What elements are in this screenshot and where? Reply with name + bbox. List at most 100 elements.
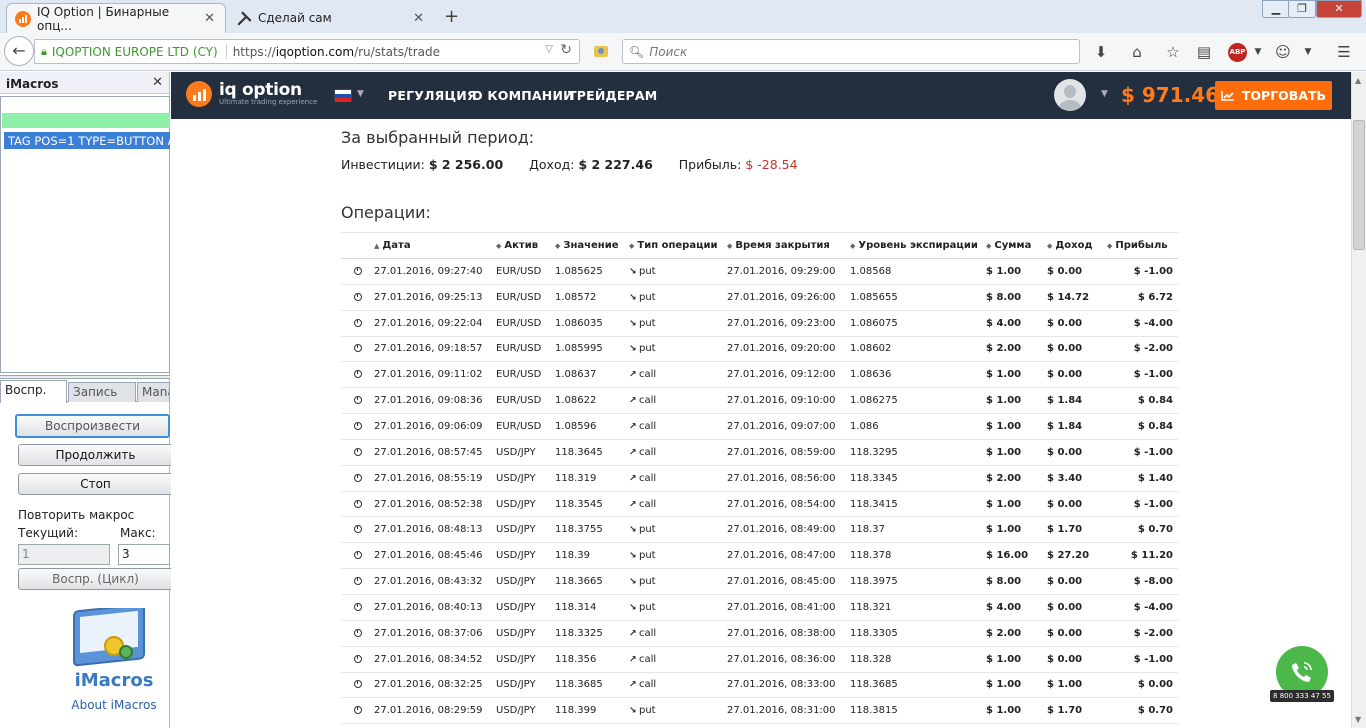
dropdown-arrow-icon[interactable]: ▼ xyxy=(1247,41,1269,63)
table-cell: 118.3325 xyxy=(555,620,629,647)
stop-button[interactable]: Стоп xyxy=(18,473,173,495)
table-row[interactable]: 27.01.2016, 08:29:59 USD/JPY 118.399 ↘ put 27… xyxy=(341,697,1178,725)
page-scrollbar[interactable]: ▲ ▼ xyxy=(1351,72,1366,728)
table-row[interactable]: 27.01.2016, 09:08:36 EUR/USD 1.08622 ↗ call 2… xyxy=(341,387,1178,415)
table-row[interactable]: 27.01.2016, 08:32:25 USD/JPY 118.3685 ↗ call… xyxy=(341,672,1178,699)
table-row[interactable]: 27.01.2016, 08:48:13 USD/JPY 118.3755 ↘ put 2… xyxy=(341,516,1178,544)
operations-table: ▲ Дата ◆ Актив ◆ Значение ◆ Тип операции ◆ Вр… xyxy=(341,232,1178,725)
table-row[interactable]: 27.01.2016, 08:52:38 USD/JPY 118.3545 ↗ call… xyxy=(341,491,1178,518)
table-cell: $ 2.00 xyxy=(986,620,1047,647)
table-row[interactable]: 27.01.2016, 09:25:13 EUR/USD 1.08572 ↘ put 27… xyxy=(341,284,1178,311)
bookmark-star-icon[interactable]: ☆ xyxy=(1162,41,1184,63)
chevron-down-icon[interactable]: ▼ xyxy=(1101,89,1108,99)
table-cell: 1.086075 xyxy=(850,310,986,337)
column-header[interactable]: ◆ Значение xyxy=(555,232,629,259)
column-header[interactable]: ◆ Тип операции xyxy=(629,232,727,259)
table-cell: EUR/USD xyxy=(496,361,555,389)
table-row[interactable]: 27.01.2016, 08:43:32 USD/JPY 118.3665 ↘ put 2… xyxy=(341,568,1178,595)
menu-icon[interactable]: ☰ xyxy=(1333,41,1355,63)
column-header[interactable]: ▲ Дата xyxy=(374,232,496,259)
extension-face-icon[interactable]: ☺ xyxy=(1272,41,1294,63)
table-cell: 1.086275 xyxy=(850,387,986,415)
address-bar[interactable]: 🔒︎ IQOPTION EUROPE LTD (CY) https://iqop… xyxy=(34,39,580,64)
column-header[interactable]: ◆ Прибыль xyxy=(1107,232,1178,259)
russian-flag-icon[interactable] xyxy=(334,89,352,102)
minimize-icon[interactable]: ▁ xyxy=(1262,0,1290,18)
search-input[interactable]: 🔍︎ Поиск xyxy=(622,39,1080,64)
tab-diy[interactable]: Сделай сам ✕ xyxy=(228,3,434,33)
history-dropdown-icon[interactable]: ▽ xyxy=(545,44,553,55)
column-header[interactable]: ◆ Уровень экспирации xyxy=(850,232,986,259)
tab-manage[interactable]: Mana xyxy=(137,382,170,402)
avatar[interactable] xyxy=(1054,79,1086,111)
play-button[interactable]: Воспроизвести xyxy=(15,414,170,438)
table-row[interactable]: 27.01.2016, 08:37:06 USD/JPY 118.3325 ↗ call… xyxy=(341,620,1178,647)
table-cell: $ -1.00 xyxy=(1107,258,1178,285)
close-tab-icon[interactable]: ✕ xyxy=(413,11,424,26)
sort-icon: ◆ xyxy=(496,242,502,250)
table-row[interactable]: 27.01.2016, 08:45:46 USD/JPY 118.39 ↘ put 27.… xyxy=(341,542,1178,570)
reload-icon[interactable]: ↻ xyxy=(560,42,572,58)
iq-option-logo[interactable]: iq option Ultimate trading experience xyxy=(186,81,317,107)
nav-about[interactable]: О КОМПАНИИ xyxy=(472,88,574,103)
table-row[interactable]: 27.01.2016, 09:11:02 EUR/USD 1.08637 ↗ call 2… xyxy=(341,361,1178,389)
table-row[interactable]: 27.01.2016, 09:18:57 EUR/USD 1.085995 ↘ put 2… xyxy=(341,336,1178,363)
table-row[interactable]: 27.01.2016, 08:34:52 USD/JPY 118.356 ↗ call 2… xyxy=(341,646,1178,673)
home-icon[interactable]: ⌂ xyxy=(1126,41,1148,63)
search-placeholder: Поиск xyxy=(649,44,688,59)
table-cell: 27.01.2016, 08:47:00 xyxy=(727,542,850,570)
back-arrow-icon[interactable]: ← xyxy=(4,36,34,66)
about-imacros-link[interactable]: About iMacros xyxy=(0,698,170,712)
site-identity[interactable]: IQOPTION EUROPE LTD (CY) xyxy=(52,45,218,59)
sidebar-header: iMacros ✕ xyxy=(0,72,169,94)
new-tab-button[interactable]: + xyxy=(444,6,459,27)
bookmarks-list-icon[interactable]: ▤ xyxy=(1193,41,1215,63)
extension-icon[interactable] xyxy=(592,42,610,60)
arrow-down-icon: ↘ xyxy=(629,706,637,717)
dropdown-arrow-icon[interactable]: ▼ xyxy=(1297,41,1319,63)
tab-iq-option[interactable]: IQ Option | Бинарные опц... ✕ xyxy=(6,3,226,33)
macro-line[interactable]: TAG POS=1 TYPE=BUTTON ATTR xyxy=(4,132,170,149)
splitter[interactable] xyxy=(0,375,170,379)
table-row[interactable]: 27.01.2016, 09:27:40 EUR/USD 1.085625 ↘ put 2… xyxy=(341,258,1178,285)
play-loop-button[interactable]: Воспр. (Цикл) xyxy=(18,568,173,590)
tab-play[interactable]: Воспр. xyxy=(0,380,67,403)
table-row[interactable]: 27.01.2016, 08:55:19 USD/JPY 118.319 ↗ call 2… xyxy=(341,465,1178,492)
trade-button[interactable]: ТОРГОВАТЬ xyxy=(1215,81,1332,110)
divider xyxy=(225,44,227,59)
chevron-down-icon[interactable]: ▼ xyxy=(357,89,364,99)
table-row[interactable]: 27.01.2016, 09:22:04 EUR/USD 1.086035 ↘ put 2… xyxy=(341,310,1178,337)
table-row[interactable]: 27.01.2016, 09:06:09 EUR/USD 1.08596 ↗ call 2… xyxy=(341,413,1178,440)
site-header: iq option Ultimate trading experience ▼ … xyxy=(171,72,1351,119)
max-field[interactable]: 3 xyxy=(118,544,170,565)
table-cell: 27.01.2016, 08:52:38 xyxy=(374,491,496,518)
sort-icon: ◆ xyxy=(727,242,733,250)
column-header[interactable]: ◆ Сумма xyxy=(986,232,1047,259)
scrollbar-thumb[interactable] xyxy=(1353,120,1365,250)
table-cell: EUR/USD xyxy=(496,284,555,311)
url-text[interactable]: https://iqoption.com/ru/stats/trade xyxy=(233,45,440,59)
continue-button[interactable]: Продолжить xyxy=(18,444,173,466)
column-header[interactable]: ◆ Актив xyxy=(496,232,555,259)
table-cell: EUR/USD xyxy=(496,336,555,363)
tab-record[interactable]: Запись xyxy=(68,382,136,402)
table-cell: $ 1.00 xyxy=(986,258,1047,285)
table-cell: 27.01.2016, 09:25:13 xyxy=(374,284,496,311)
window-close-icon[interactable]: ✕ xyxy=(1316,0,1362,18)
nav-traders[interactable]: ТРЕЙДЕРАМ xyxy=(568,88,657,103)
nav-regulation[interactable]: РЕГУЛЯЦИЯ xyxy=(388,88,477,103)
adblock-icon[interactable]: ABP xyxy=(1228,43,1247,62)
scroll-down-icon[interactable]: ▼ xyxy=(1355,715,1361,724)
table-row[interactable]: 27.01.2016, 08:40:13 USD/JPY 118.314 ↘ put 27… xyxy=(341,594,1178,621)
table-cell: 118.3305 xyxy=(850,620,986,647)
table-cell: USD/JPY xyxy=(496,672,555,699)
table-row[interactable]: 27.01.2016, 08:57:45 USD/JPY 118.3645 ↗ call… xyxy=(341,439,1178,466)
column-header[interactable]: ◆ Доход xyxy=(1047,232,1107,259)
sort-icon: ◆ xyxy=(986,242,992,250)
download-icon[interactable]: ⬇ xyxy=(1090,41,1112,63)
maximize-icon[interactable]: ❐ xyxy=(1288,0,1316,18)
close-icon[interactable]: ✕ xyxy=(152,75,163,90)
scroll-up-icon[interactable]: ▲ xyxy=(1355,76,1361,85)
close-tab-icon[interactable]: ✕ xyxy=(204,11,215,26)
column-header[interactable]: ◆ Время закрытия xyxy=(727,232,850,259)
